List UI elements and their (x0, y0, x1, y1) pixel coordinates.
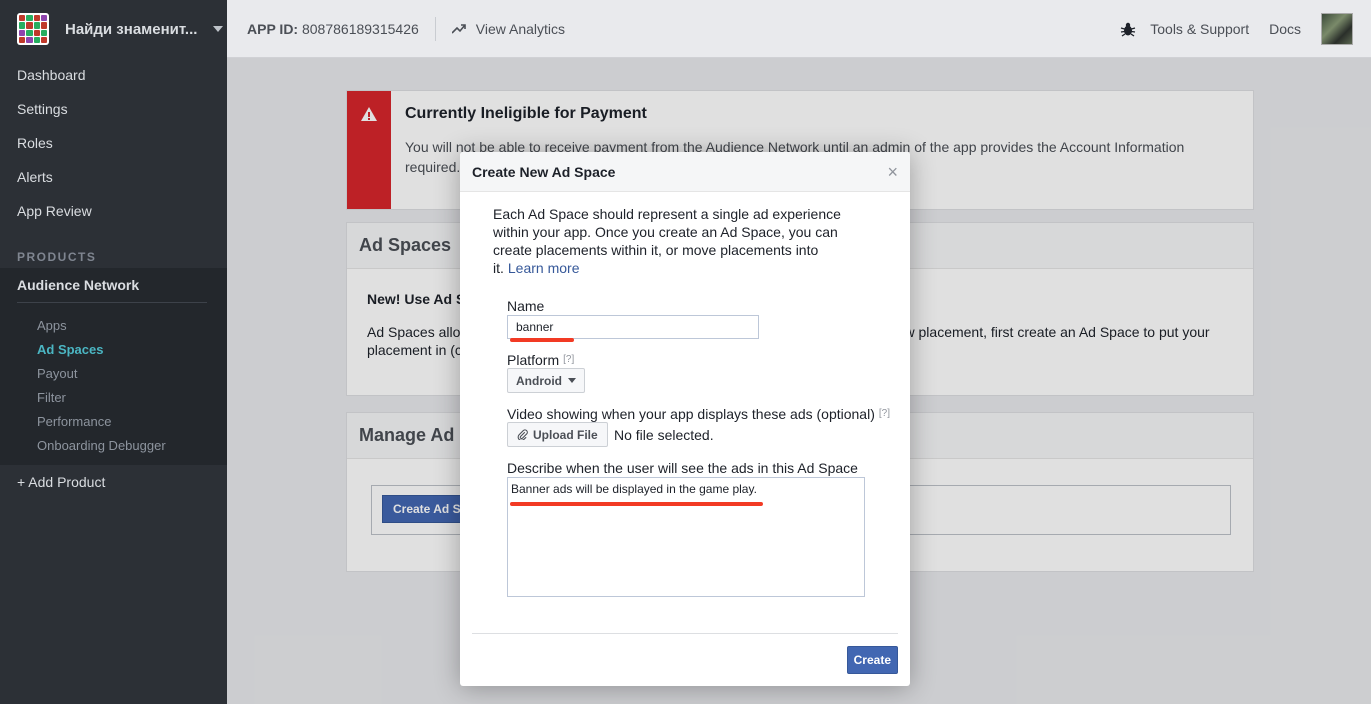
divider (17, 302, 207, 303)
app-switcher[interactable]: Найди знаменит... (0, 0, 227, 58)
chevron-down-icon[interactable] (213, 26, 224, 32)
platform-label-text: Platform (507, 352, 560, 368)
sidebar-item-alerts[interactable]: Alerts (0, 160, 227, 194)
docs-link[interactable]: Docs (1269, 21, 1301, 37)
sidebar-subitem-performance[interactable]: Performance (0, 409, 227, 433)
divider (472, 633, 898, 634)
app-logo (17, 13, 49, 45)
sidebar: Найди знаменит... Dashboard Settings Rol… (0, 0, 227, 704)
app-name[interactable]: Найди знаменит... (65, 21, 197, 38)
description-textarea[interactable]: Banner ads will be displayed in the game… (507, 477, 865, 597)
app-id-label: APP ID: (247, 20, 299, 37)
trend-chart-icon (451, 23, 466, 34)
sidebar-subitem-ad-spaces[interactable]: Ad Spaces (0, 337, 227, 361)
avatar[interactable] (1321, 12, 1353, 45)
app-id-value: 808786189315426 (301, 20, 419, 37)
sidebar-item-roles[interactable]: Roles (0, 126, 227, 160)
sidebar-subitem-onboarding-debugger[interactable]: Onboarding Debugger (0, 433, 227, 457)
platform-dropdown[interactable]: Android (507, 368, 585, 393)
chevron-down-icon (568, 378, 576, 383)
name-field[interactable] (507, 315, 759, 339)
divider (434, 16, 436, 41)
paperclip-icon (517, 429, 528, 440)
help-icon[interactable]: [?] (879, 408, 890, 419)
create-button[interactable]: Create (846, 646, 898, 674)
annotation-underline (510, 338, 574, 342)
add-product-link[interactable]: + Add Product (0, 465, 227, 499)
sidebar-subitem-apps[interactable]: Apps (0, 313, 227, 337)
upload-file-label: Upload File (533, 427, 598, 442)
sidebar-subitem-payout[interactable]: Payout (0, 361, 227, 385)
video-label-text: Video showing when your app displays the… (507, 406, 875, 422)
close-icon[interactable]: × (887, 163, 898, 181)
sidebar-item-audience-network[interactable]: Audience Network (0, 268, 227, 302)
learn-more-link[interactable]: Learn more (508, 260, 580, 276)
sidebar-item-dashboard[interactable]: Dashboard (0, 58, 227, 92)
dialog-intro: Each Ad Space should represent a single … (493, 205, 853, 277)
name-label: Name (507, 298, 545, 314)
sidebar-subitem-filter[interactable]: Filter (0, 385, 227, 409)
video-label: Video showing when your app displays the… (507, 406, 890, 422)
dialog-title: Create New Ad Space (472, 163, 616, 180)
upload-file-button[interactable]: Upload File (507, 422, 608, 447)
describe-label: Describe when the user will see the ads … (507, 460, 858, 476)
products-section-label: PRODUCTS (17, 250, 97, 264)
file-status: No file selected. (614, 427, 714, 443)
top-bar: APP ID: 808786189315426 View Analytics T… (227, 0, 1371, 58)
platform-label: Platform [?] (507, 352, 574, 368)
sidebar-item-settings[interactable]: Settings (0, 92, 227, 126)
view-analytics-link[interactable]: View Analytics (451, 21, 565, 37)
sidebar-item-app-review[interactable]: App Review (0, 194, 227, 228)
help-icon[interactable]: [?] (563, 354, 574, 365)
dialog-header: Create New Ad Space × (460, 152, 910, 192)
product-audience-network: Audience Network Apps Ad Spaces Payout F… (0, 268, 227, 465)
bug-icon[interactable] (1120, 21, 1136, 37)
view-analytics-label[interactable]: View Analytics (476, 21, 565, 37)
annotation-underline (510, 502, 763, 506)
tools-support-link[interactable]: Tools & Support (1150, 21, 1249, 37)
create-ad-space-dialog: Create New Ad Space × Each Ad Space shou… (460, 152, 910, 686)
platform-value: Android (516, 373, 562, 388)
app-id: APP ID: 808786189315426 (247, 21, 419, 37)
